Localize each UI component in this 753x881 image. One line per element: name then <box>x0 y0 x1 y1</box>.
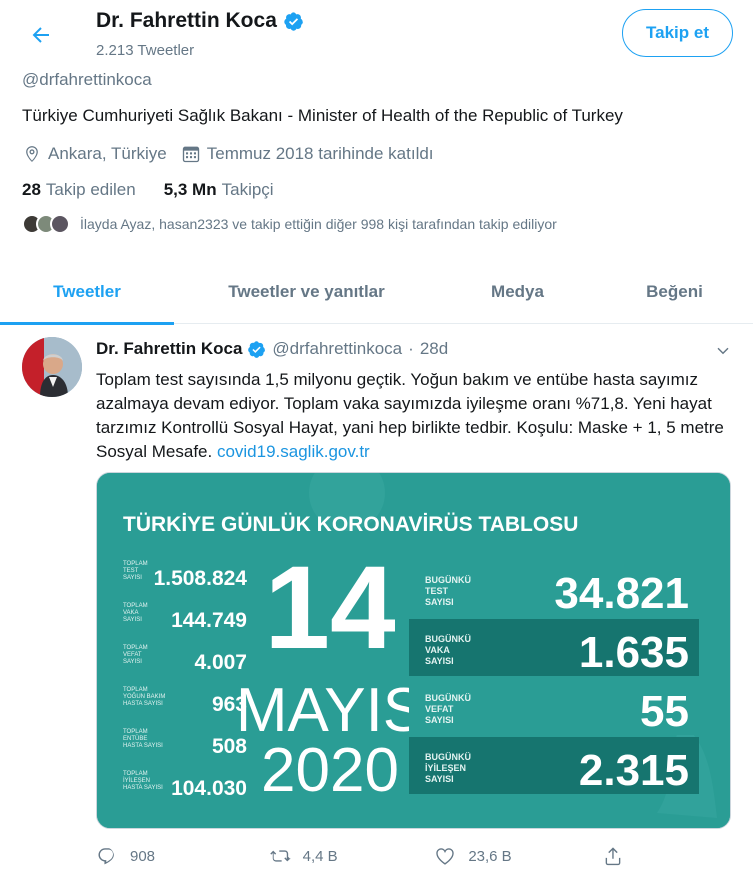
total-label: TOPLAM <box>123 603 148 609</box>
tweet-time[interactable]: 28d <box>420 339 448 359</box>
tweet-author-handle[interactable]: @drfahrettinkoca <box>272 339 402 359</box>
like-button[interactable]: 23,6 B <box>434 845 602 867</box>
calendar-icon <box>181 144 201 164</box>
tweet-separator: · <box>408 339 414 358</box>
location-pin-icon <box>22 144 42 164</box>
tweet-text: Toplam test sayısında 1,5 milyonu geçtik… <box>96 368 736 464</box>
daily-label: SAYISI <box>425 597 454 607</box>
total-label: TOPLAM <box>123 687 148 693</box>
followers-label: Takipçi <box>221 180 274 199</box>
date-year: 2020 <box>261 736 399 805</box>
tab-likes[interactable]: Beğeni <box>596 260 753 324</box>
avatar <box>50 214 70 234</box>
daily-label: SAYISI <box>425 656 454 666</box>
total-label: SAYISI <box>123 659 142 665</box>
total-label: HASTA SAYISI <box>123 785 163 791</box>
daily-label: BUGÜNKÜ <box>425 634 471 644</box>
profile-location: Ankara, Türkiye <box>48 144 167 163</box>
tweet-media-image[interactable]: TÜRKİYE GÜNLÜK KORONAVİRÜS TABLOSU TOPLA… <box>96 472 731 829</box>
share-icon <box>605 847 621 866</box>
total-label: TOPLAM <box>123 645 148 651</box>
total-label: VEFAT <box>123 652 142 658</box>
total-label: TEST <box>123 568 139 574</box>
verified-badge-icon <box>283 11 304 32</box>
tweet-avatar[interactable] <box>22 337 82 397</box>
header-name-row: Dr. Fahrettin Koca <box>96 9 304 33</box>
following-label: Takip edilen <box>45 180 136 199</box>
daily-label: VEFAT <box>425 704 454 714</box>
daily-value: 2.315 <box>579 746 689 795</box>
total-label: VAKA <box>123 610 139 616</box>
total-value: 104.030 <box>171 777 247 800</box>
tab-media[interactable]: Medya <box>439 260 596 324</box>
followers-link[interactable]: 5,3 Mn Takipçi <box>164 180 274 200</box>
verified-badge-icon <box>247 340 266 359</box>
reply-count: 908 <box>130 847 156 865</box>
daily-label: SAYISI <box>425 715 454 725</box>
followed-by-row[interactable]: İlayda Ayaz, hasan2323 ve takip ettiğin … <box>22 214 557 234</box>
profile-header: Dr. Fahrettin Koca 2.213 Tweetler Takip … <box>0 0 753 66</box>
tab-tweets[interactable]: Tweetler <box>0 260 174 325</box>
date-month: MAYIS <box>236 676 424 745</box>
coronavirus-table-graphic: TÜRKİYE GÜNLÜK KORONAVİRÜS TABLOSU TOPLA… <box>97 473 730 828</box>
total-label: TOPLAM <box>123 561 148 567</box>
follow-button[interactable]: Takip et <box>622 9 733 57</box>
profile-tabs: Tweetler Tweetler ve yanıtlar Medya Beğe… <box>0 260 753 325</box>
total-label: İYİLEŞEN <box>123 777 150 784</box>
followers-count: 5,3 Mn <box>163 180 217 199</box>
date-day: 14 <box>264 542 395 674</box>
profile-bio: Türkiye Cumhuriyeti Sağlık Bakanı - Mini… <box>22 106 623 125</box>
tweet-body: Toplam test sayısında 1,5 milyonu geçtik… <box>96 370 724 461</box>
total-label: SAYISI <box>123 617 142 623</box>
back-button[interactable] <box>22 16 60 54</box>
daily-label: VAKA <box>425 645 450 655</box>
total-label: YOĞUN BAKIM <box>123 693 165 700</box>
profile-joined: Temmuz 2018 tarihinde katıldı <box>206 144 434 163</box>
profile-handle: @drfahrettinkoca <box>22 70 152 89</box>
media-title: TÜRKİYE GÜNLÜK KORONAVİRÜS TABLOSU <box>123 513 578 536</box>
daily-label: İYİLEŞEN <box>425 763 466 773</box>
daily-label: BUGÜNKÜ <box>425 575 471 585</box>
share-button[interactable] <box>602 845 636 867</box>
daily-label: TEST <box>425 586 449 596</box>
total-value: 1.508.824 <box>154 567 248 590</box>
daily-label: BUGÜNKÜ <box>425 752 471 762</box>
tweet-author-name[interactable]: Dr. Fahrettin Koca <box>96 339 242 359</box>
daily-label: BUGÜNKÜ <box>425 693 471 703</box>
tweet-link[interactable]: covid19.saglik.gov.tr <box>217 442 370 461</box>
total-value: 144.749 <box>171 609 247 632</box>
tweet-menu-button[interactable] <box>712 340 734 362</box>
daily-value: 34.821 <box>554 569 689 618</box>
total-label: TOPLAM <box>123 771 148 777</box>
profile-meta: Ankara, Türkiye Temmuz 2018 tarihinde ka… <box>22 144 434 164</box>
total-value: 4.007 <box>194 651 247 674</box>
following-link[interactable]: 28 Takip edilen <box>22 180 136 200</box>
chevron-down-icon <box>717 347 729 355</box>
total-label: TOPLAM <box>123 729 148 735</box>
tweet-header: Dr. Fahrettin Koca @drfahrettinkoca · 28… <box>96 339 448 359</box>
reply-button[interactable]: 908 <box>96 845 269 867</box>
retweet-button[interactable]: 4,4 B <box>269 845 435 867</box>
retweet-count: 4,4 B <box>302 847 338 865</box>
total-label: HASTA SAYISI <box>123 743 163 749</box>
header-name: Dr. Fahrettin Koca <box>96 9 277 32</box>
total-label: ENTÜBE <box>123 735 147 742</box>
total-label: HASTA SAYISI <box>123 701 163 707</box>
reply-icon <box>98 848 114 865</box>
profile-stats: 28 Takip edilen 5,3 Mn Takipçi <box>22 180 274 200</box>
like-count: 23,6 B <box>468 847 512 865</box>
tweet-actions: 908 4,4 B 23,6 B <box>96 842 636 870</box>
header-tweet-count: 2.213 Tweetler <box>96 42 195 59</box>
arrow-left-icon <box>32 27 49 43</box>
following-count: 28 <box>22 180 41 199</box>
heart-icon <box>436 848 455 865</box>
retweet-icon <box>269 850 291 862</box>
total-label: SAYISI <box>123 575 142 581</box>
daily-value: 1.635 <box>579 628 689 677</box>
followed-by-text: İlayda Ayaz, hasan2323 ve takip ettiğin … <box>80 216 557 232</box>
daily-label: SAYISI <box>425 774 454 784</box>
follower-avatars <box>22 214 70 234</box>
daily-value: 55 <box>640 687 689 736</box>
tab-tweets-replies[interactable]: Tweetler ve yanıtlar <box>174 260 439 324</box>
